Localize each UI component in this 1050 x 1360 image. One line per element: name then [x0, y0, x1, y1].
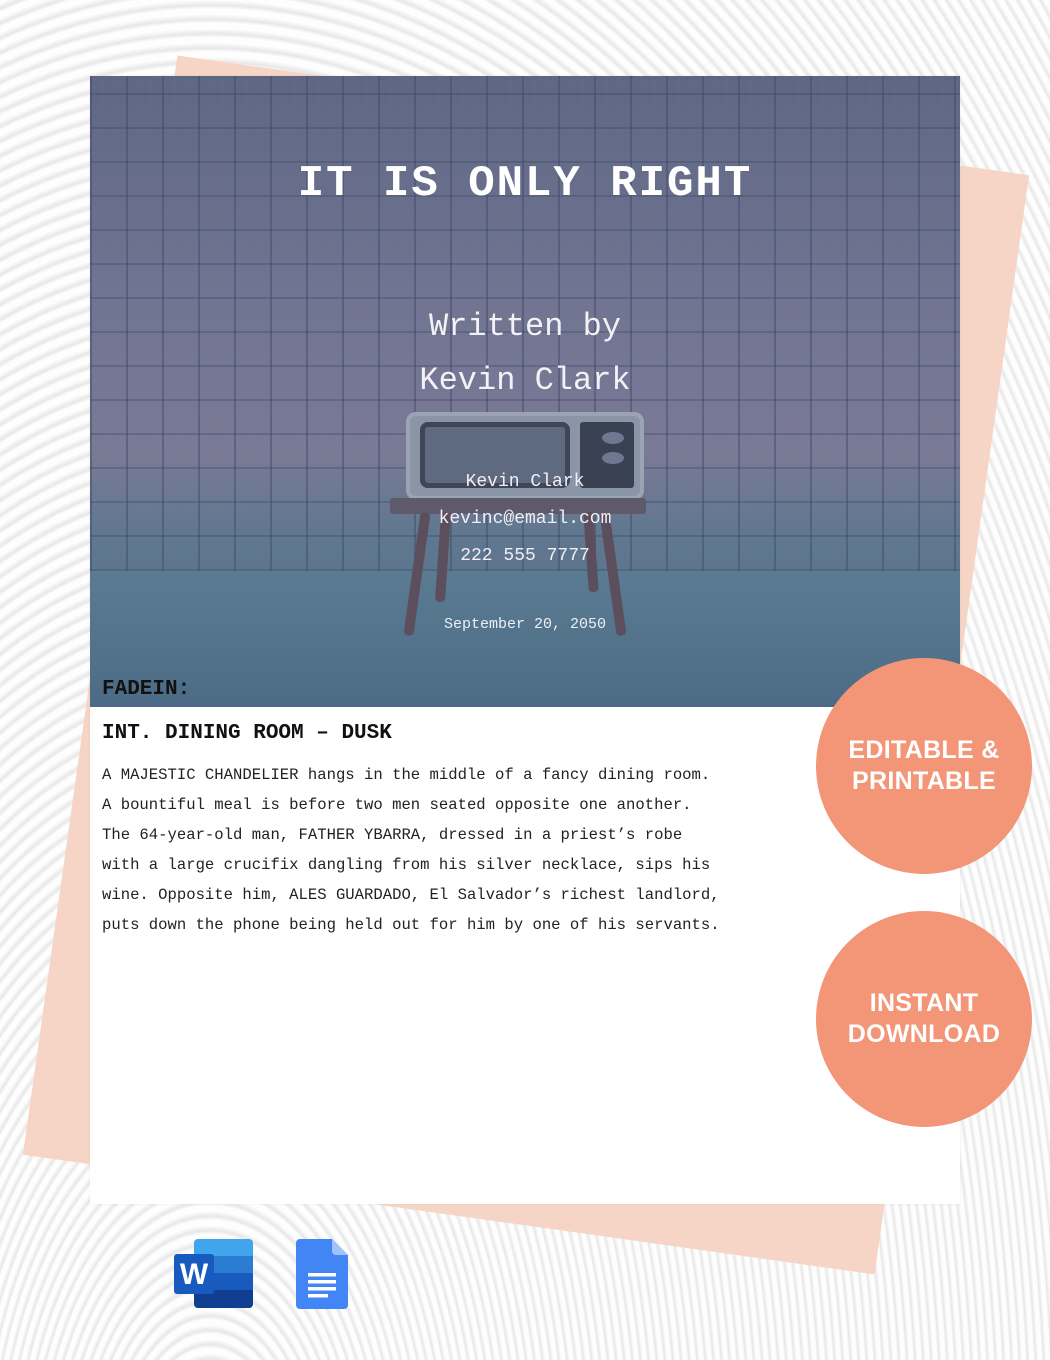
badge-line: EDITABLE & [848, 736, 1000, 764]
badge-line: INSTANT [869, 989, 979, 1017]
action-line: wine. Opposite him, ALES GUARDADO, El Sa… [102, 886, 720, 904]
word-icon-letter: W [180, 1258, 209, 1291]
action-block: A MAJESTIC CHANDELIER hangs in the middl… [102, 756, 768, 940]
badge-line: DOWNLOAD [847, 1020, 1001, 1048]
script-body: FADEIN: INT. DINING ROOM – DUSK A MAJEST… [102, 668, 782, 940]
written-by-label: Written by [428, 308, 622, 345]
word-icon[interactable]: W [174, 1238, 254, 1310]
action-line: A MAJESTIC CHANDELIER hangs in the middl… [102, 766, 711, 784]
contact-email: kevinc@email.com [438, 509, 612, 529]
author-name: Kevin Clark [419, 362, 631, 399]
tv-knob [602, 432, 624, 444]
tv-knob [602, 452, 624, 464]
google-docs-icon[interactable] [296, 1238, 350, 1310]
action-line: puts down the phone being held out for h… [102, 916, 720, 934]
screenplay-title: IT IS ONLY RIGHT [297, 159, 753, 209]
scene-heading: INT. DINING ROOM – DUSK [102, 722, 392, 745]
instant-download-badge: INSTANT DOWNLOAD [816, 911, 1032, 1127]
editable-printable-badge: EDITABLE & PRINTABLE [816, 658, 1032, 874]
action-line: A bountiful meal is before two men seate… [102, 796, 692, 814]
badge-line: PRINTABLE [852, 767, 996, 795]
action-line: The 64-year-old man, FATHER YBARRA, dres… [102, 826, 683, 844]
action-line: with a large crucifix dangling from his … [102, 856, 711, 874]
cover-date: September 20, 2050 [443, 616, 607, 633]
cover-hero: IT IS ONLY RIGHT Written by Kevin Clark … [90, 76, 960, 707]
contact-name: Kevin Clark [465, 472, 585, 492]
contact-phone: 222 555 7777 [460, 546, 590, 566]
transition-line: FADEIN: [102, 678, 191, 701]
